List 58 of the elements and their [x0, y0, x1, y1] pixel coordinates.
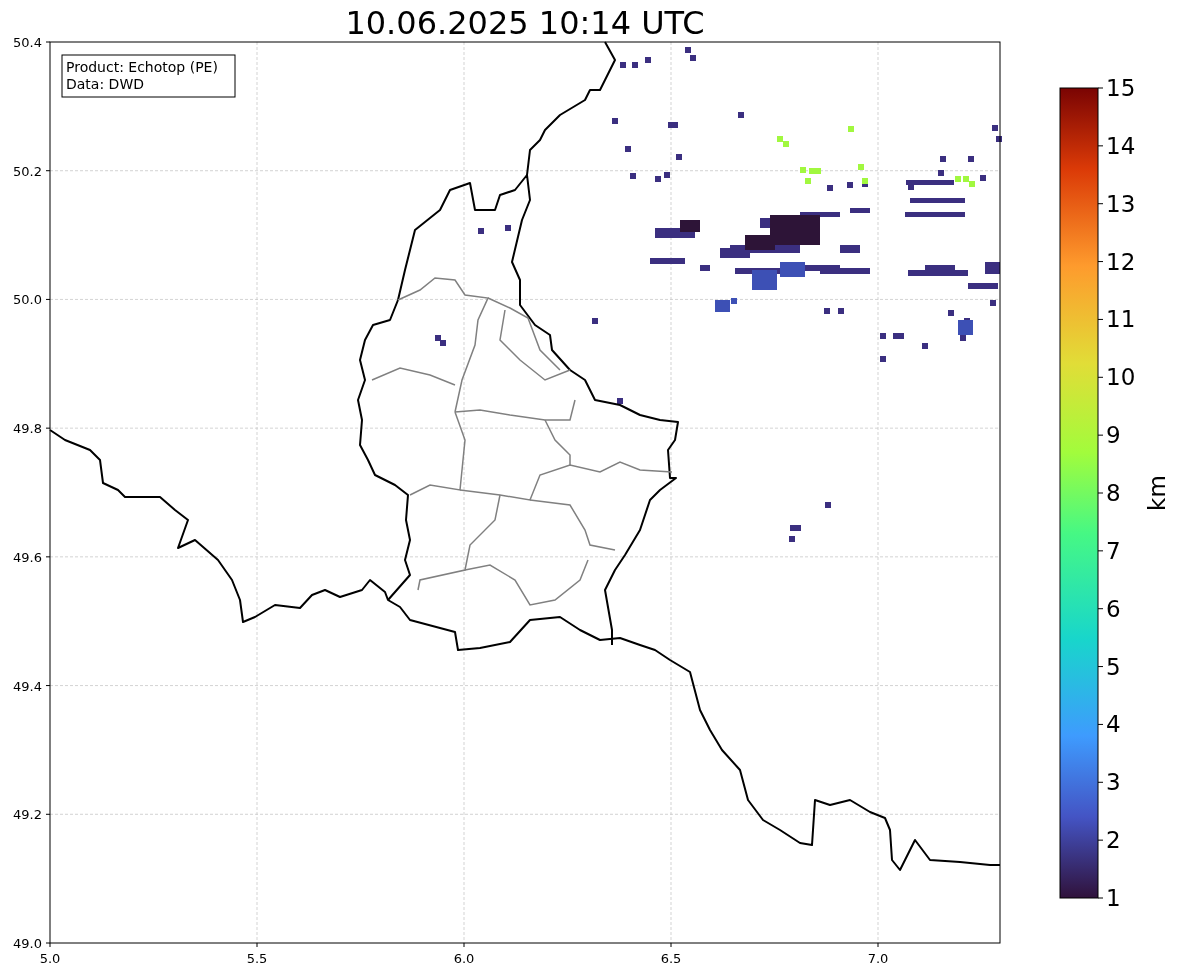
tick-mark: [45, 170, 51, 172]
colorbar-tick-label: 1: [1106, 885, 1121, 911]
y-tick-label: 50.4: [13, 35, 42, 50]
tick-mark: [1097, 87, 1104, 89]
colorbar-tick-label: 13: [1106, 190, 1136, 217]
x-tick-label: 5.0: [39, 951, 61, 966]
info-text: Data: DWD: [66, 76, 144, 92]
colorbar-tick-label: 7: [1106, 537, 1121, 564]
tick-mark: [1097, 550, 1104, 552]
y-tick-label: 49.6: [13, 549, 42, 565]
tick-mark: [1097, 666, 1104, 668]
tick-mark: [1097, 723, 1104, 725]
colorbar-tick-label: 14: [1106, 132, 1136, 159]
info-text: Product: Echotop (PE): [66, 59, 218, 75]
tick-mark: [45, 41, 51, 43]
x-tick-label: 5.5: [246, 951, 268, 966]
tick-mark: [1097, 608, 1104, 610]
colorbar-tick-label: 6: [1106, 595, 1121, 622]
colorbar-tick-label: 10: [1106, 364, 1136, 391]
colorbar-tick-label: 4: [1106, 711, 1121, 738]
tick-mark: [45, 556, 51, 558]
tick-mark: [877, 942, 879, 948]
colorbar-tick-label: 3: [1106, 769, 1121, 796]
colorbar-tick-label: 9: [1106, 422, 1121, 449]
colorbar-tick-label: 15: [1106, 75, 1136, 101]
colorbar-label: km: [1144, 475, 1170, 511]
tick-mark: [45, 813, 51, 815]
y-tick-label: 50.0: [13, 292, 42, 308]
chart-title: 10.06.2025 10:14 UTC: [345, 4, 705, 42]
tick-mark: [1097, 145, 1104, 147]
tick-mark: [463, 942, 465, 948]
y-tick-label: 49.8: [13, 421, 42, 437]
y-tick-label: 49.4: [13, 678, 42, 694]
tick-mark: [1097, 203, 1104, 205]
tick-mark: [670, 942, 672, 948]
colorbar-tick-label: 5: [1106, 653, 1121, 680]
tick-mark: [1097, 261, 1104, 263]
tick-mark: [45, 685, 51, 687]
tick-mark: [1097, 434, 1104, 436]
tick-mark: [1097, 897, 1104, 899]
colorbar-tick-label: 2: [1106, 827, 1121, 854]
tick-mark: [45, 298, 51, 300]
colorbar-tick-label: 12: [1106, 248, 1136, 275]
tick-mark: [45, 427, 51, 429]
x-tick-label: 6.0: [453, 951, 475, 966]
y-tick-label: 50.2: [13, 163, 42, 179]
tick-mark: [1097, 781, 1104, 783]
tick-mark: [1097, 492, 1104, 494]
tick-mark: [256, 942, 258, 948]
x-tick-label: 7.0: [867, 951, 889, 966]
tick-mark: [1097, 376, 1104, 378]
colorbar-tick-label: 8: [1106, 480, 1121, 506]
y-tick-label: 49.2: [13, 807, 42, 823]
colorbar-tick-label: 11: [1106, 306, 1136, 333]
x-tick-label: 6.5: [660, 951, 682, 966]
tick-mark: [1097, 839, 1104, 841]
y-tick-label: 49.0: [13, 936, 42, 951]
tick-mark: [1097, 318, 1104, 320]
